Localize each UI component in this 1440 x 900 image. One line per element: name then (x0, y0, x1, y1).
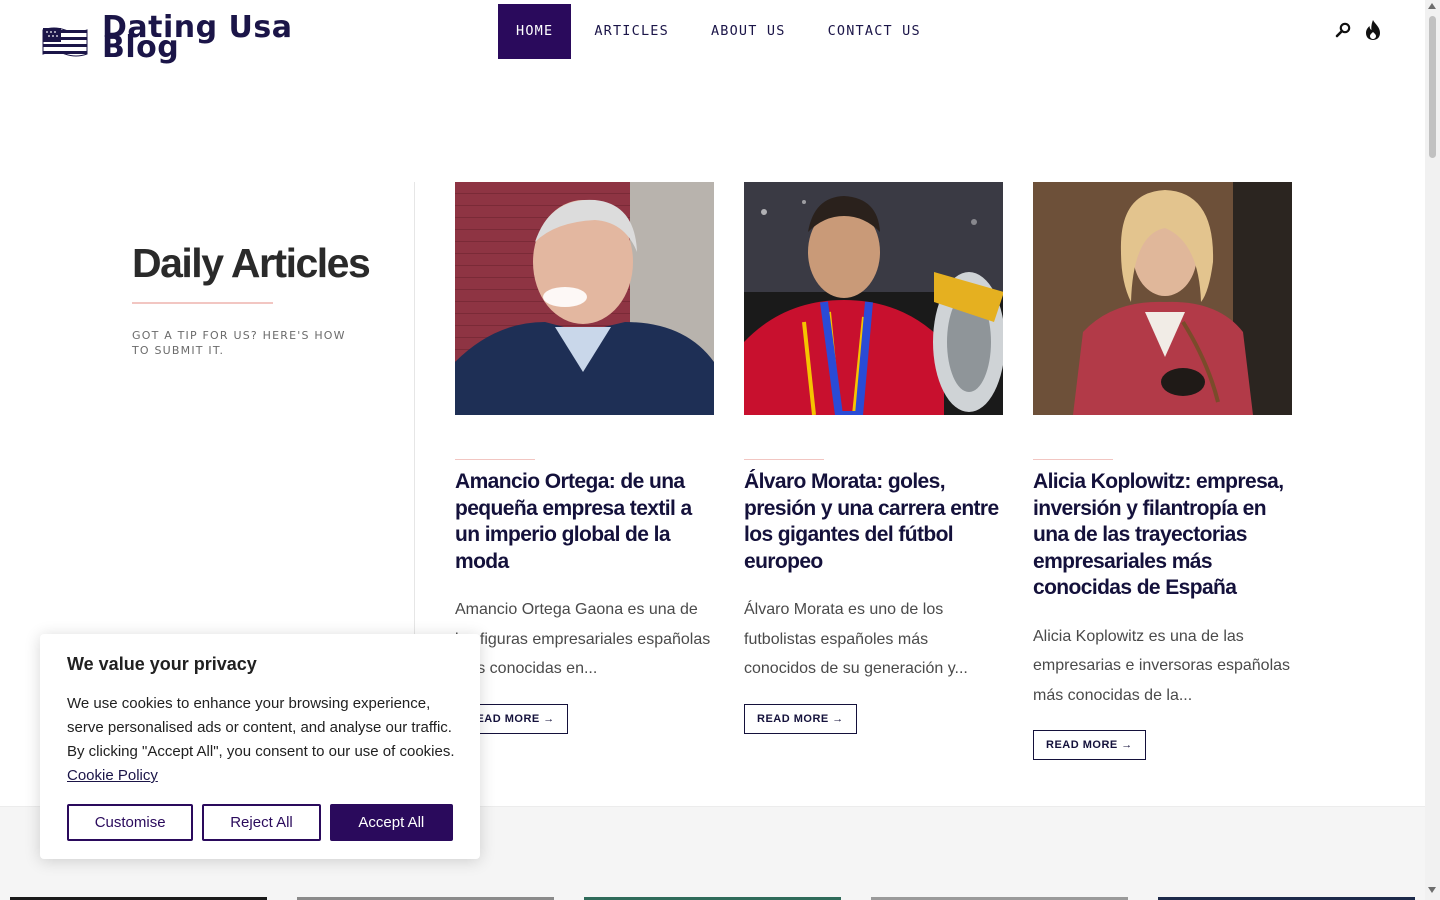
article-excerpt: Álvaro Morata es uno de los futbolistas … (744, 601, 968, 677)
search-icon[interactable] (1333, 19, 1353, 41)
scroll-down-arrow-icon[interactable] (1428, 887, 1436, 893)
intro-section: Daily Articles GOT A TIP FOR US? HERE'S … (132, 240, 382, 358)
article-excerpt: Alicia Koplowitz es una de las empresari… (1033, 627, 1291, 704)
site-name: Dating Usa Blog (102, 13, 302, 63)
article-image[interactable] (1033, 182, 1292, 415)
site-logo[interactable]: Dating Usa Blog (42, 13, 302, 63)
article-card: Álvaro Morata: goles, presión y una carr… (744, 182, 1003, 734)
article-excerpt: Amancio Ortega Gaona es una de las figur… (455, 601, 711, 677)
article-title[interactable]: Alicia Koplowitz: empresa, inversión y f… (1033, 469, 1292, 602)
flame-icon[interactable] (1363, 19, 1383, 41)
article-title[interactable]: Álvaro Morata: goles, presión y una carr… (744, 469, 1003, 575)
card-divider (744, 459, 824, 460)
article-card: Amancio Ortega: de una pequeña empresa t… (455, 182, 714, 734)
nav-contact-us[interactable]: CONTACT US (807, 4, 942, 59)
site-header: Dating Usa Blog HOME ARTICLES ABOUT US C… (0, 0, 1425, 90)
customise-button[interactable]: Customise (67, 804, 194, 841)
cookie-body: We use cookies to enhance your browsing … (67, 695, 455, 760)
card-divider (455, 459, 535, 460)
cookie-buttons: Customise Reject All Accept All (67, 804, 453, 841)
article-title[interactable]: Amancio Ortega: de una pequeña empresa t… (455, 469, 714, 575)
flag-icon (42, 26, 88, 58)
nav-articles[interactable]: ARTICLES (571, 4, 690, 59)
card-divider (1033, 459, 1113, 460)
nav-about-us[interactable]: ABOUT US (690, 4, 807, 59)
title-divider (132, 302, 273, 304)
read-more-button[interactable]: READ MORE → (744, 703, 857, 734)
cookie-title: We value your privacy (67, 654, 257, 674)
page-title: Daily Articles (132, 240, 371, 286)
cookie-text: We use cookies to enhance your browsing … (67, 692, 457, 788)
read-more-button[interactable]: READ MORE → (1033, 730, 1146, 760)
article-image[interactable] (744, 182, 1003, 415)
cookie-policy-link[interactable]: Cookie Policy (67, 767, 158, 784)
article-card: Alicia Koplowitz: empresa, inversión y f… (1033, 182, 1292, 760)
header-icons (1333, 19, 1383, 41)
main-nav: HOME ARTICLES ABOUT US CONTACT US (498, 4, 942, 59)
reject-all-button[interactable]: Reject All (202, 804, 321, 841)
article-image[interactable] (455, 182, 714, 415)
scroll-up-arrow-icon[interactable] (1428, 3, 1436, 9)
cookie-consent-banner: We value your privacy We use cookies to … (40, 634, 480, 859)
page-scrollbar[interactable] (1425, 0, 1440, 900)
intro-subtitle[interactable]: GOT A TIP FOR US? HERE'S HOW TO SUBMIT I… (132, 328, 362, 358)
scroll-thumb[interactable] (1429, 16, 1436, 158)
accept-all-button[interactable]: Accept All (329, 804, 453, 841)
nav-home[interactable]: HOME (498, 4, 572, 59)
